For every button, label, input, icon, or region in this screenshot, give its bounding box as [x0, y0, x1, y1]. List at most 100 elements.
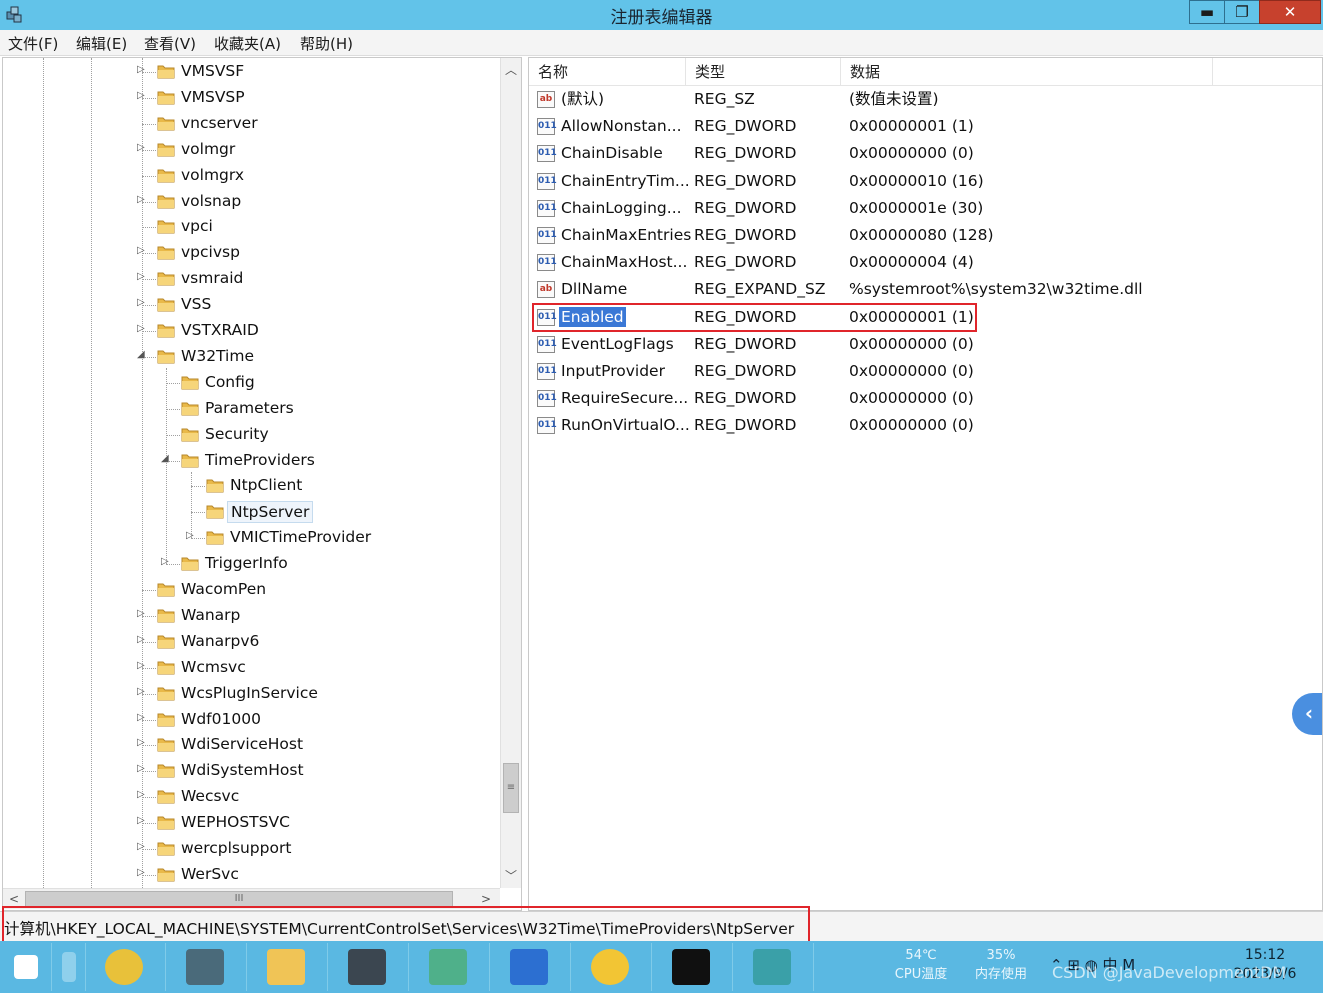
- menu-favorites[interactable]: 收藏夹(A): [214, 33, 281, 54]
- restore-button[interactable]: ❐: [1224, 0, 1260, 24]
- taskbar-start-button[interactable]: [0, 943, 52, 991]
- expand-arrow-icon[interactable]: ▷: [137, 686, 145, 697]
- taskbar-cmd-button[interactable]: [653, 943, 733, 991]
- folder-icon: [157, 687, 175, 701]
- tree-item[interactable]: vpci: [3, 214, 498, 240]
- value-row[interactable]: ab DllName REG_EXPAND_SZ %systemroot%\syste…: [529, 276, 1322, 303]
- side-expand-tab[interactable]: ‹: [1292, 693, 1322, 735]
- tree-item[interactable]: ▷ VSTXRAID: [3, 318, 498, 344]
- column-header-name[interactable]: 名称: [529, 58, 686, 86]
- expand-arrow-icon[interactable]: ▷: [137, 194, 145, 205]
- expand-arrow-icon[interactable]: ▷: [137, 867, 145, 878]
- value-row[interactable]: ab (默认) REG_SZ (数值未设置): [529, 86, 1322, 113]
- expand-arrow-icon[interactable]: ▷: [137, 245, 145, 256]
- scroll-down-icon[interactable]: ﹀: [501, 864, 521, 888]
- taskbar-chrome-button[interactable]: [86, 943, 166, 991]
- tree-item[interactable]: ▷ wercplsupport: [3, 836, 498, 862]
- registry-tree[interactable]: ▷ VMSVSF ▷ VMSVSP vncserver ▷ volmgr volmgrx ▷ vo…: [2, 57, 522, 911]
- expand-arrow-icon[interactable]: ▷: [137, 297, 145, 308]
- expand-arrow-icon[interactable]: ▷: [186, 530, 194, 541]
- scroll-up-icon[interactable]: ︿: [501, 58, 521, 82]
- taskbar-server-manager-button[interactable]: [410, 943, 490, 991]
- tree-item[interactable]: ▷ VMSVSP: [3, 85, 498, 111]
- expand-arrow-icon[interactable]: ▷: [137, 660, 145, 671]
- tree-item[interactable]: WacomPen: [3, 577, 498, 603]
- tree-item[interactable]: ▷ VMICTimeProvider: [3, 525, 498, 551]
- tree-item[interactable]: Parameters: [3, 396, 498, 422]
- taskbar-chat-button[interactable]: [572, 943, 652, 991]
- scroll-thumb[interactable]: III: [25, 891, 453, 907]
- value-row[interactable]: 011 RequireSecure... REG_DWORD 0x00000000 (…: [529, 385, 1322, 412]
- tree-item[interactable]: ▷ Wdf01000: [3, 707, 498, 733]
- value-row[interactable]: 011 ChainEntryTim... REG_DWORD 0x00000010 (…: [529, 168, 1322, 195]
- expand-arrow-icon[interactable]: ▷: [161, 556, 169, 567]
- expand-arrow-icon[interactable]: ▷: [137, 815, 145, 826]
- taskbar-search-button[interactable]: [52, 943, 86, 991]
- taskbar-vs-button[interactable]: [491, 943, 571, 991]
- tree-item[interactable]: vncserver: [3, 111, 498, 137]
- taskbar-regedit-button[interactable]: [734, 943, 814, 991]
- tree-item[interactable]: ▷ WdiSystemHost: [3, 758, 498, 784]
- tree-item[interactable]: ▷ WEPHOSTSVC: [3, 810, 498, 836]
- expand-arrow-icon[interactable]: ▷: [137, 90, 145, 101]
- scroll-thumb[interactable]: ≡: [503, 763, 519, 813]
- expand-arrow-icon[interactable]: ▷: [137, 323, 145, 334]
- folder-icon: [157, 65, 175, 79]
- value-row[interactable]: 011 ChainLogging... REG_DWORD 0x0000001e (3…: [529, 195, 1322, 222]
- menu-help[interactable]: 帮助(H): [300, 33, 353, 54]
- expand-arrow-icon[interactable]: ▷: [137, 737, 145, 748]
- column-header-data[interactable]: 数据: [841, 58, 1213, 86]
- tree-item[interactable]: ▷ Wanarp: [3, 603, 498, 629]
- tree-item[interactable]: NtpClient: [3, 473, 498, 499]
- tree-item[interactable]: volmgrx: [3, 163, 498, 189]
- expand-arrow-icon[interactable]: ▷: [137, 271, 145, 282]
- tree-item[interactable]: ▷ vsmraid: [3, 266, 498, 292]
- tree-item[interactable]: ▷ vpcivsp: [3, 240, 498, 266]
- menu-view[interactable]: 查看(V): [144, 33, 196, 54]
- tree-item[interactable]: ▷ WdiServiceHost: [3, 732, 498, 758]
- tree-item[interactable]: ◢ W32Time: [3, 344, 498, 370]
- tree-item[interactable]: Security: [3, 422, 498, 448]
- value-row[interactable]: 011 EventLogFlags REG_DWORD 0x00000000 (0): [529, 331, 1322, 358]
- tree-item[interactable]: ▷ Wanarpv6: [3, 629, 498, 655]
- tree-item[interactable]: Config: [3, 370, 498, 396]
- tree-item[interactable]: ▷ Wecsvc: [3, 784, 498, 810]
- taskbar-remote-desktop-button[interactable]: [329, 943, 409, 991]
- minimize-button[interactable]: ▬: [1189, 0, 1225, 24]
- menu-edit[interactable]: 编辑(E): [76, 33, 127, 54]
- tree-vertical-scrollbar[interactable]: ︿ ≡ ﹀: [500, 58, 521, 888]
- tree-item[interactable]: ▷ TriggerInfo: [3, 551, 498, 577]
- collapse-arrow-icon[interactable]: ◢: [161, 453, 169, 464]
- expand-arrow-icon[interactable]: ▷: [137, 841, 145, 852]
- taskbar-notepad-button[interactable]: [167, 943, 247, 991]
- tree-item-label: VMICTimeProvider: [230, 528, 372, 547]
- value-row[interactable]: 011 InputProvider REG_DWORD 0x00000000 (0): [529, 358, 1322, 385]
- close-button[interactable]: ✕: [1259, 0, 1321, 24]
- expand-arrow-icon[interactable]: ▷: [137, 789, 145, 800]
- column-header-type[interactable]: 类型: [686, 58, 841, 86]
- expand-arrow-icon[interactable]: ▷: [137, 634, 145, 645]
- tree-item[interactable]: ▷ VSS: [3, 292, 498, 318]
- values-list[interactable]: 名称 类型 数据 ab (默认) REG_SZ (数值未设置) 011 AllowNons…: [528, 57, 1323, 911]
- value-row[interactable]: 011 ChainMaxEntries REG_DWORD 0x00000080 (1…: [529, 222, 1322, 249]
- expand-arrow-icon[interactable]: ▷: [137, 64, 145, 75]
- tree-item[interactable]: ▷ WcsPlugInService: [3, 681, 498, 707]
- value-row[interactable]: 011 ChainDisable REG_DWORD 0x00000000 (0): [529, 140, 1322, 167]
- tree-item[interactable]: ◢ TimeProviders: [3, 448, 498, 474]
- tree-item[interactable]: NtpServer: [3, 499, 498, 525]
- tree-item[interactable]: ▷ Wcmsvc: [3, 655, 498, 681]
- expand-arrow-icon[interactable]: ▷: [137, 142, 145, 153]
- expand-arrow-icon[interactable]: ▷: [137, 763, 145, 774]
- tree-item[interactable]: ▷ WerSvc: [3, 862, 498, 888]
- taskbar-explorer-button[interactable]: [248, 943, 328, 991]
- tree-item[interactable]: ▷ volsnap: [3, 189, 498, 215]
- expand-arrow-icon[interactable]: ▷: [137, 712, 145, 723]
- collapse-arrow-icon[interactable]: ◢: [137, 349, 145, 360]
- tree-item[interactable]: ▷ volmgr: [3, 137, 498, 163]
- value-row[interactable]: 011 AllowNonstan... REG_DWORD 0x00000001 (1…: [529, 113, 1322, 140]
- value-row[interactable]: 011 ChainMaxHost... REG_DWORD 0x00000004 (4…: [529, 249, 1322, 276]
- expand-arrow-icon[interactable]: ▷: [137, 608, 145, 619]
- menu-file[interactable]: 文件(F): [8, 33, 58, 54]
- value-row[interactable]: 011 RunOnVirtualO... REG_DWORD 0x00000000 (…: [529, 412, 1322, 439]
- tree-item[interactable]: ▷ VMSVSF: [3, 59, 498, 85]
